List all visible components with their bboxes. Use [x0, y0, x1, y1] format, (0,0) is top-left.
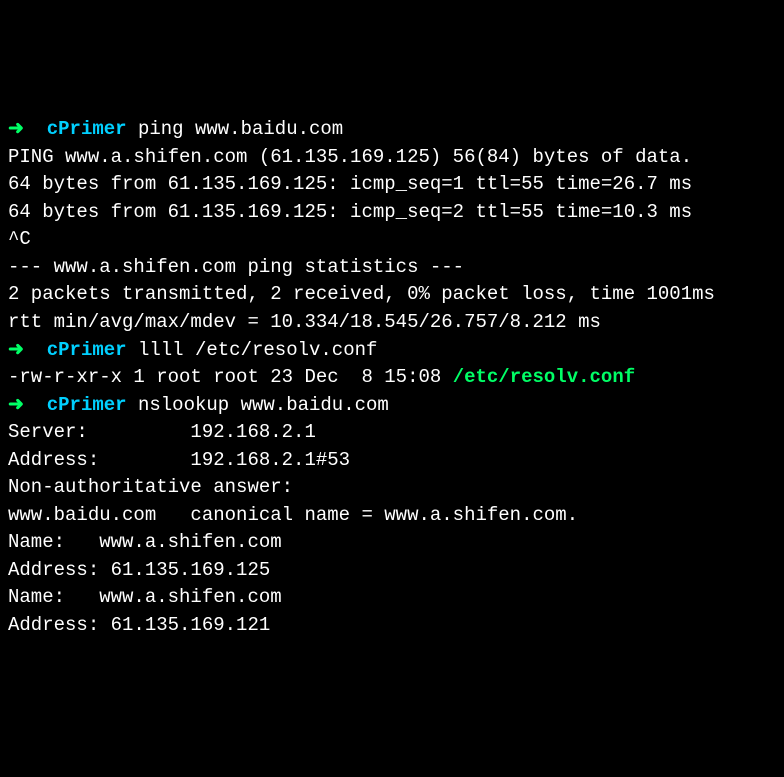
prompt-arrow-icon: ➜ — [8, 394, 24, 416]
prompt-arrow-icon: ➜ — [8, 339, 24, 361]
nslookup-addr: Address: 61.135.169.125 — [8, 557, 776, 585]
command-text: llll /etc/resolv.conf — [138, 339, 377, 361]
ping-output-reply: 64 bytes from 61.135.169.125: icmp_seq=1… — [8, 171, 776, 199]
prompt-line-2[interactable]: ➜ cPrimer llll /etc/resolv.conf — [8, 337, 776, 365]
prompt-arrow-icon: ➜ — [8, 118, 24, 140]
ls-output: -rw-r-xr-x 1 root root 23 Dec 8 15:08 /e… — [8, 364, 776, 392]
nslookup-name: Name: www.a.shifen.com — [8, 584, 776, 612]
nslookup-address: Address: 192.168.2.1#53 — [8, 447, 776, 475]
prompt-line-1[interactable]: ➜ cPrimer ping www.baidu.com — [8, 116, 776, 144]
nslookup-nonauth-header: Non-authoritative answer: — [8, 474, 776, 502]
nslookup-cname: www.baidu.com canonical name = www.a.shi… — [8, 502, 776, 530]
command-text: nslookup www.baidu.com — [138, 394, 389, 416]
prompt-hostname: cPrimer — [47, 394, 127, 416]
ls-output-filepath: /etc/resolv.conf — [453, 366, 635, 388]
prompt-hostname: cPrimer — [47, 339, 127, 361]
ping-output-reply: 64 bytes from 61.135.169.125: icmp_seq=2… — [8, 199, 776, 227]
prompt-line-3[interactable]: ➜ cPrimer nslookup www.baidu.com — [8, 392, 776, 420]
nslookup-addr: Address: 61.135.169.121 — [8, 612, 776, 640]
ls-output-perms: -rw-r-xr-x 1 root root 23 Dec 8 15:08 — [8, 366, 453, 388]
nslookup-name: Name: www.a.shifen.com — [8, 529, 776, 557]
ping-stats-rtt: rtt min/avg/max/mdev = 10.334/18.545/26.… — [8, 309, 776, 337]
prompt-hostname: cPrimer — [47, 118, 127, 140]
ping-stats-packets: 2 packets transmitted, 2 received, 0% pa… — [8, 281, 776, 309]
interrupt-signal: ^C — [8, 226, 776, 254]
command-text: ping www.baidu.com — [138, 118, 343, 140]
nslookup-server: Server: 192.168.2.1 — [8, 419, 776, 447]
ping-output-header: PING www.a.shifen.com (61.135.169.125) 5… — [8, 144, 776, 172]
ping-stats-header: --- www.a.shifen.com ping statistics --- — [8, 254, 776, 282]
